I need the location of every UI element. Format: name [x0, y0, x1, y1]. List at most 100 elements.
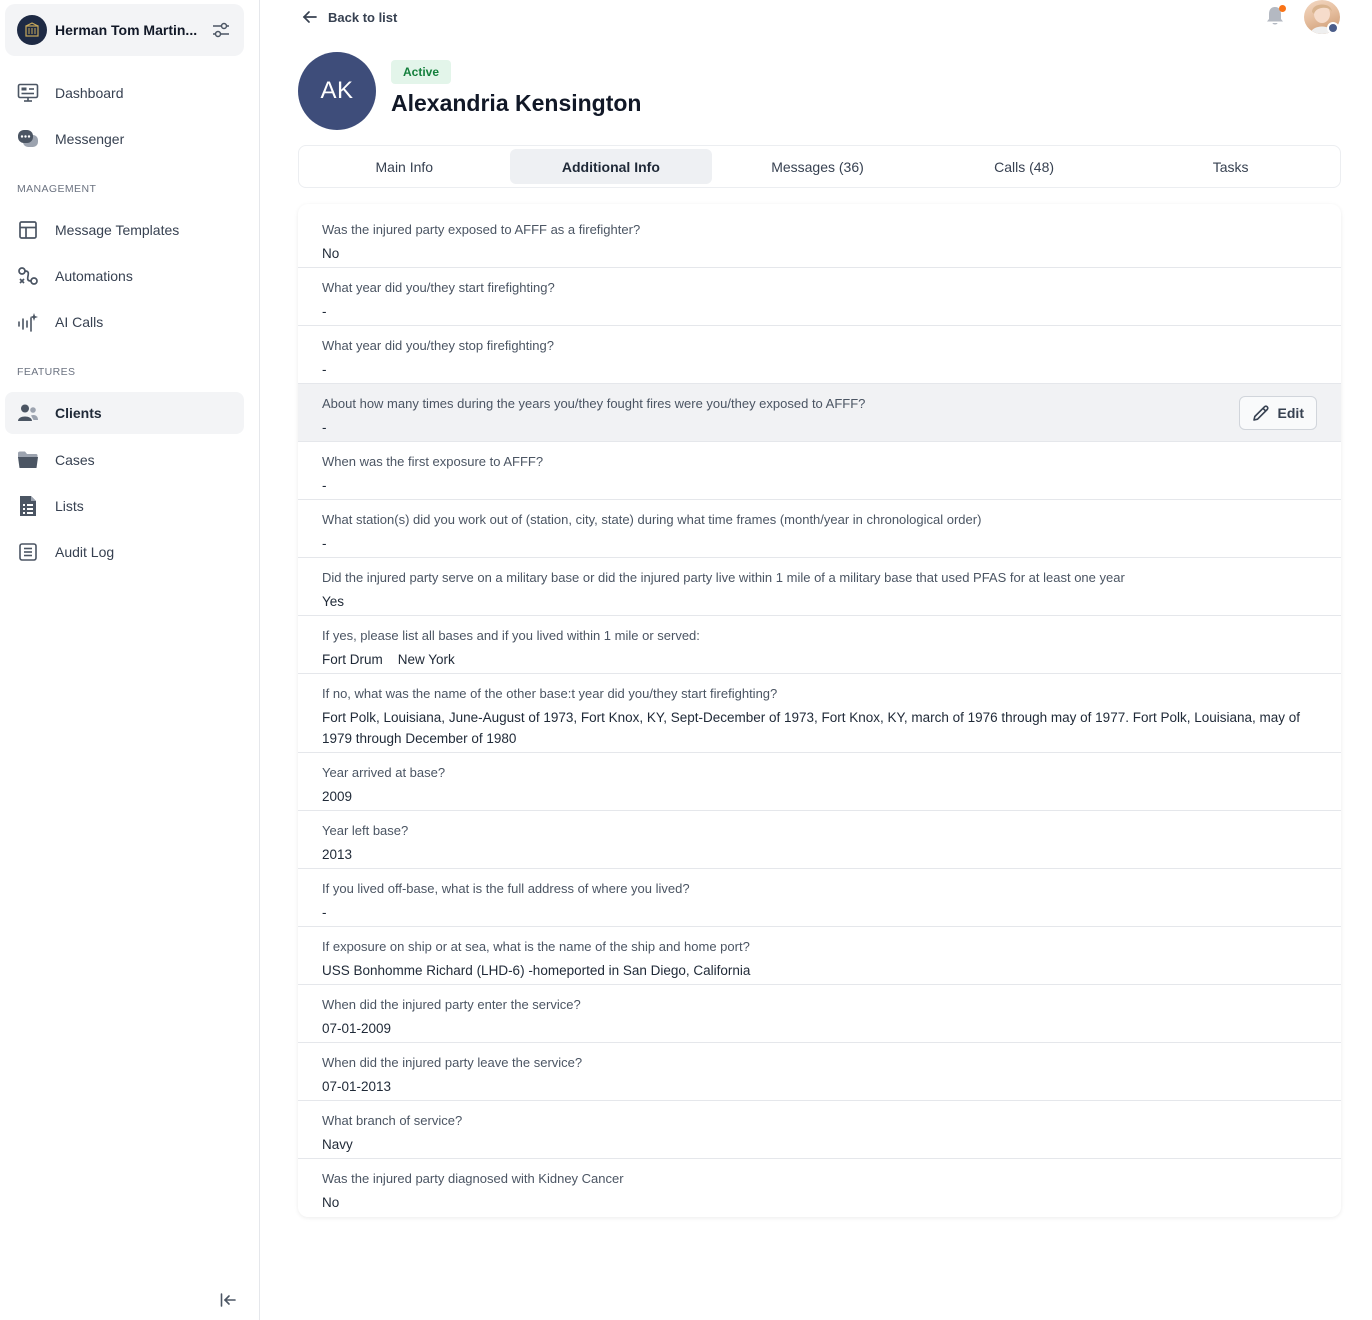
nav-label: Cases — [55, 452, 95, 468]
list-file-icon — [17, 495, 39, 517]
field-answer: 2013 — [322, 847, 353, 862]
field-answer: - — [322, 536, 327, 551]
nav-dashboard[interactable]: Dashboard — [5, 72, 244, 114]
section-label-features: FEATURES — [17, 366, 76, 378]
field-row: When did the injured party enter the ser… — [298, 985, 1341, 1043]
chat-icon — [17, 128, 39, 150]
field-answer: 07-01-2009 — [322, 1021, 392, 1036]
edit-label: Edit — [1277, 405, 1304, 421]
field-question: About how many times during the years yo… — [322, 396, 866, 411]
field-row: What year did you/they start firefightin… — [298, 268, 1341, 326]
field-question: When did the injured party leave the ser… — [322, 1055, 583, 1070]
field-question: Year arrived at base? — [322, 765, 446, 780]
org-name: Herman Tom Martin... — [55, 22, 198, 38]
field-answer: Fort Drum New York — [322, 652, 455, 667]
field-row: If yes, please list all bases and if you… — [298, 616, 1341, 674]
field-question: If you lived off-base, what is the full … — [322, 881, 690, 896]
folder-icon — [17, 449, 39, 471]
tab-tasks[interactable]: Tasks — [1129, 149, 1332, 184]
field-answer: - — [322, 362, 327, 377]
nav-lists[interactable]: Lists — [5, 485, 244, 527]
nav-automations[interactable]: Automations — [5, 255, 244, 297]
nav-cases[interactable]: Cases — [5, 439, 244, 481]
field-row: When did the injured party leave the ser… — [298, 1043, 1341, 1101]
field-row: If you lived off-base, what is the full … — [298, 869, 1341, 927]
nav-ai-calls[interactable]: AI Calls — [5, 301, 244, 343]
tab-calls[interactable]: Calls (48) — [923, 149, 1126, 184]
field-answer: No — [322, 1195, 340, 1210]
field-answer: Navy — [322, 1137, 353, 1152]
avatar-status-badge — [1327, 22, 1339, 34]
field-row-hovered[interactable]: About how many times during the years yo… — [298, 384, 1341, 442]
tab-additional-info[interactable]: Additional Info — [509, 149, 713, 184]
automation-icon — [17, 265, 39, 287]
back-to-list-link[interactable]: Back to list — [302, 6, 397, 28]
status-badge: Active — [391, 60, 452, 84]
field-question: If exposure on ship or at sea, what is t… — [322, 939, 750, 954]
field-row: If no, what was the name of the other ba… — [298, 674, 1341, 753]
field-row: What year did you/they stop firefighting… — [298, 326, 1341, 384]
field-question: What year did you/they start firefightin… — [322, 280, 555, 295]
field-row: Was the injured party exposed to AFFF as… — [298, 204, 1341, 268]
field-row: Year left base? 2013 — [298, 811, 1341, 869]
org-logo-icon — [17, 15, 47, 45]
nav-audit-log[interactable]: Audit Log — [5, 531, 244, 573]
field-question: Year left base? — [322, 823, 409, 838]
field-answer: Fort Polk, Louisiana, June-August of 197… — [322, 710, 1301, 746]
monitor-icon — [17, 82, 39, 104]
field-question: What branch of service? — [322, 1113, 463, 1128]
field-question: When was the first exposure to AFFF? — [322, 454, 544, 469]
field-question: What year did you/they stop firefighting… — [322, 338, 554, 353]
nav-label: Messenger — [55, 131, 125, 147]
log-icon — [17, 541, 39, 563]
field-question: If no, what was the name of the other ba… — [322, 686, 778, 701]
nav-label: Automations — [55, 268, 133, 284]
field-answer: 2009 — [322, 789, 353, 804]
tab-messages[interactable]: Messages (36) — [716, 149, 919, 184]
field-row: What station(s) did you work out of (sta… — [298, 500, 1341, 558]
collapse-sidebar-icon[interactable] — [217, 1289, 239, 1311]
field-question: Was the injured party diagnosed with Kid… — [322, 1171, 624, 1186]
page-title: Alexandria Kensington — [391, 90, 642, 116]
field-question: Was the injured party exposed to AFFF as… — [322, 222, 641, 237]
field-answer: Yes — [322, 594, 345, 609]
edit-button[interactable]: Edit — [1238, 396, 1317, 430]
field-answer: - — [322, 420, 327, 435]
arrow-left-icon — [302, 11, 317, 23]
field-question: Did the injured party serve on a militar… — [322, 570, 1125, 585]
tab-main-info[interactable]: Main Info — [303, 149, 506, 184]
field-question: What station(s) did you work out of (sta… — [322, 512, 982, 527]
field-answer: 07-01-2013 — [322, 1079, 392, 1094]
field-row: Did the injured party serve on a militar… — [298, 558, 1341, 616]
field-question: When did the injured party enter the ser… — [322, 997, 581, 1012]
notification-dot — [1279, 5, 1286, 12]
field-answer: No — [322, 246, 340, 261]
nav-label: Dashboard — [55, 85, 124, 101]
pencil-icon — [1252, 405, 1269, 421]
additional-info-card: Was the injured party exposed to AFFF as… — [298, 204, 1341, 1217]
nav-label: Message Templates — [55, 222, 180, 238]
client-avatar: AK — [298, 52, 376, 130]
field-answer: - — [322, 304, 327, 319]
nav-messenger[interactable]: Messenger — [5, 118, 244, 160]
ai-calls-icon — [17, 311, 39, 333]
nav-label: Clients — [55, 405, 102, 421]
field-row: If exposure on ship or at sea, what is t… — [298, 927, 1341, 985]
sidebar: Herman Tom Martin... Dashboard Messenger… — [0, 0, 260, 1320]
settings-sliders-icon[interactable] — [210, 19, 232, 41]
tab-bar: Main Info Additional Info Messages (36) … — [298, 145, 1341, 188]
field-answer: - — [322, 478, 327, 493]
field-row: When was the first exposure to AFFF? - — [298, 442, 1341, 500]
nav-message-templates[interactable]: Message Templates — [5, 209, 244, 251]
field-answer: USS Bonhomme Richard (LHD-6) -homeported… — [322, 963, 751, 978]
nav-label: Lists — [55, 498, 84, 514]
org-switcher[interactable]: Herman Tom Martin... — [5, 4, 244, 56]
field-row: Was the injured party diagnosed with Kid… — [298, 1159, 1341, 1217]
nav-label: AI Calls — [55, 314, 104, 330]
field-answer: - — [322, 905, 327, 920]
field-row: What branch of service? Navy — [298, 1101, 1341, 1159]
nav-clients[interactable]: Clients — [5, 392, 244, 434]
notification-bell[interactable] — [1265, 5, 1287, 27]
field-row: Year arrived at base? 2009 — [298, 753, 1341, 811]
section-label-management: MANAGEMENT — [17, 183, 97, 195]
